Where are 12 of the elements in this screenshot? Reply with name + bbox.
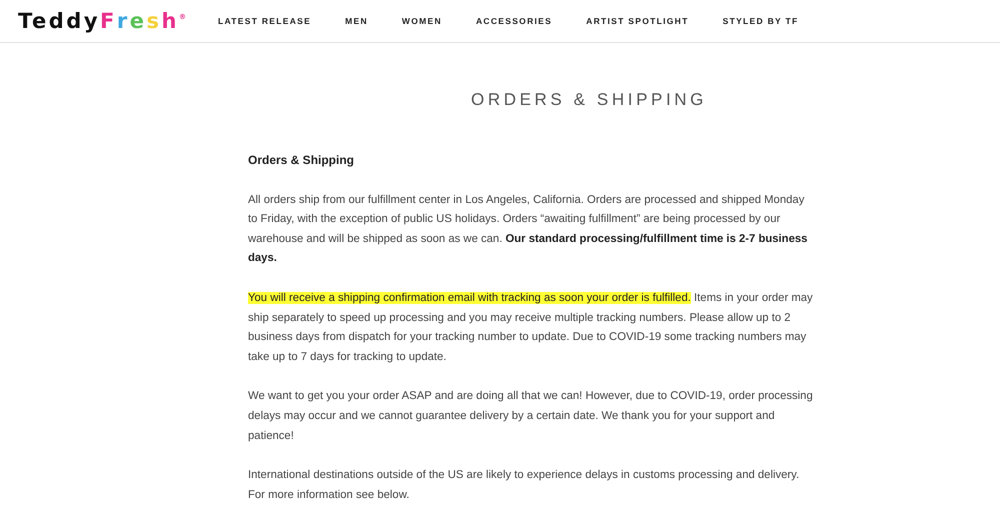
paragraph: All orders ship from our fulfillment center in Los Angeles, California. Orders are processed and shipped Monday to Friday, with the exception of public US holidays. Orders “awaiting fulfillment” are being processed by our warehouse and will be shipped as soon as we can. Our standard processing/fulfillment time is 2-7 business days. bbox=[248, 192, 808, 266]
nav-link[interactable]: STYLED BY TF bbox=[722, 16, 799, 26]
nav-link[interactable]: MEN bbox=[345, 16, 368, 26]
paragraph: You will receive a shipping confirmation email with tracking as soon your order is fulfilled. Items in your order may ship separately to speed up processing and you may receive multiple tracking numbers. Please allow up to 2 business days from dispatch for your tracking number to update. Due to COVID-19 some tracking numbers may take up to 7 days for tracking to update. bbox=[248, 290, 814, 365]
nav-link[interactable]: ARTIST SPOTLIGHT bbox=[586, 16, 689, 26]
paragraph: International destinations outside of the US are likely to experience delays in customs processing and delivery. For more information see below. bbox=[248, 468, 800, 503]
paragraph: We want to get you your order ASAP and are doing all that we can! However, due to COVID-19, order processing delays may occur and we cannot guarantee delivery by a certain date. We thank you for your support and patience! bbox=[248, 389, 814, 444]
page-title: ORDERS & SHIPPING bbox=[471, 90, 707, 110]
nav-link[interactable]: LATEST RELEASE bbox=[218, 16, 312, 26]
nav-link[interactable]: ACCESSORIES bbox=[476, 16, 552, 26]
nav-link[interactable]: WOMEN bbox=[402, 16, 442, 26]
section-heading: Orders & Shipping bbox=[248, 152, 356, 169]
